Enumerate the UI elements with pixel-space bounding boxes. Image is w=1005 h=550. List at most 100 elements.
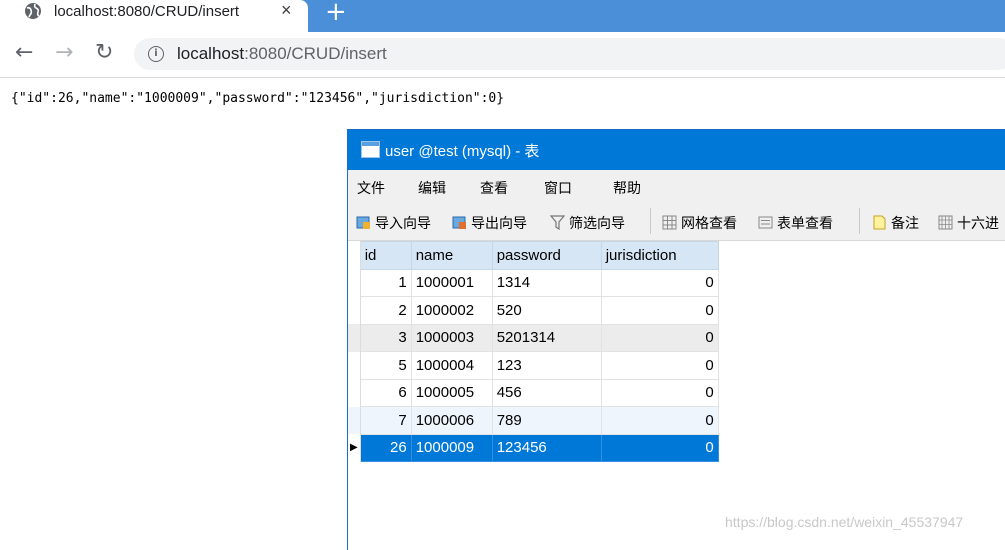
navicat-table-window: user @test (mysql) - 表 文件 编辑 查看 窗口 帮助 导入… [347, 129, 1005, 550]
cell-jurisdiction[interactable]: 0 [600, 433, 719, 462]
cell-name[interactable]: 1000002 [410, 296, 493, 325]
url-text[interactable]: localhost:8080/CRUD/insert [177, 44, 387, 64]
table-row[interactable]: 6 1000005 456 0 [348, 378, 719, 407]
row-marker [348, 324, 361, 352]
table-header-row: id name password jurisdiction [348, 241, 719, 270]
form-view-label: 表单查看 [777, 215, 833, 231]
forward-button[interactable]: → [55, 40, 73, 65]
cell-id[interactable]: 6 [359, 378, 412, 407]
row-marker [348, 406, 361, 434]
menu-bar: 文件 编辑 查看 窗口 帮助 [348, 170, 1005, 202]
cell-name[interactable]: 1000004 [410, 351, 493, 380]
cell-id[interactable]: 3 [359, 323, 412, 352]
export-icon [452, 216, 466, 229]
filter-wizard-button[interactable]: 筛选向导 [550, 213, 625, 231]
toolbar-divider [859, 208, 860, 234]
table-row-selected[interactable]: ▶ 26 1000009 123456 0 [348, 433, 719, 462]
cell-id[interactable]: 7 [359, 406, 412, 435]
form-icon [758, 216, 773, 229]
cell-password[interactable]: 5201314 [491, 323, 602, 352]
form-view-button[interactable]: 表单查看 [758, 213, 833, 231]
menu-edit[interactable]: 编辑 [418, 178, 446, 198]
info-icon[interactable]: i [148, 46, 164, 62]
filter-label: 筛选向导 [569, 215, 625, 231]
cell-jurisdiction[interactable]: 0 [600, 406, 719, 435]
export-label: 导出向导 [471, 215, 527, 231]
col-header-jurisdiction[interactable]: jurisdiction [600, 241, 719, 270]
row-marker [348, 379, 361, 407]
menu-help[interactable]: 帮助 [613, 178, 641, 198]
cell-name[interactable]: 1000005 [410, 378, 493, 407]
table-row[interactable]: 3 1000003 5201314 0 [348, 323, 719, 352]
cell-id[interactable]: 2 [359, 296, 412, 325]
new-tab-button[interactable]: + [325, 0, 347, 27]
cell-name[interactable]: 1000001 [410, 268, 493, 297]
table-toolbar: 导入向导 导出向导 筛选向导 网格查看 表单查看 备注 十六进 [348, 202, 1005, 241]
cell-id[interactable]: 1 [359, 268, 412, 297]
menu-view[interactable]: 查看 [480, 178, 508, 198]
tab-title: localhost:8080/CRUD/insert [54, 3, 240, 20]
filter-icon [550, 215, 565, 230]
hex-icon [938, 215, 953, 230]
cell-password[interactable]: 789 [491, 406, 602, 435]
table-icon [361, 141, 380, 158]
export-wizard-button[interactable]: 导出向导 [452, 213, 527, 231]
col-header-password[interactable]: password [491, 241, 602, 270]
cell-name[interactable]: 1000003 [410, 323, 493, 352]
col-header-name[interactable]: name [410, 241, 493, 270]
cell-jurisdiction[interactable]: 0 [600, 351, 719, 380]
cell-password[interactable]: 123456 [491, 433, 602, 462]
import-icon [356, 216, 370, 229]
browser-toolbar: ← → ↻ i localhost:8080/CRUD/insert [0, 32, 1005, 78]
current-row-marker-icon: ▶ [348, 434, 361, 462]
table-row[interactable]: 7 1000006 789 0 [348, 406, 719, 435]
cell-name[interactable]: 1000006 [410, 406, 493, 435]
table-row[interactable]: 1 1000001 1314 0 [348, 268, 719, 297]
globe-icon [25, 3, 41, 19]
cell-jurisdiction[interactable]: 0 [600, 296, 719, 325]
table-row[interactable]: 2 1000002 520 0 [348, 296, 719, 325]
menu-file[interactable]: 文件 [357, 178, 385, 198]
cell-id[interactable]: 26 [359, 433, 412, 462]
reload-button[interactable]: ↻ [95, 40, 113, 65]
menu-window[interactable]: 窗口 [544, 178, 572, 198]
memo-icon [873, 215, 886, 230]
cell-id[interactable]: 5 [359, 351, 412, 380]
cell-password[interactable]: 456 [491, 378, 602, 407]
back-button[interactable]: ← [15, 40, 33, 65]
url-path: :8080/CRUD/insert [244, 44, 387, 63]
cell-jurisdiction[interactable]: 0 [600, 323, 719, 352]
cell-password[interactable]: 123 [491, 351, 602, 380]
grid-icon [662, 215, 677, 230]
table-row[interactable]: 5 1000004 123 0 [348, 351, 719, 380]
row-marker-header [348, 241, 361, 269]
memo-button[interactable]: 备注 [872, 213, 919, 231]
row-marker [348, 269, 361, 297]
import-label: 导入向导 [375, 215, 431, 231]
browser-tab-bar: localhost:8080/CRUD/insert × + [0, 0, 1005, 32]
cell-name[interactable]: 1000009 [410, 433, 493, 462]
toolbar-divider [650, 208, 651, 234]
browser-tab[interactable]: localhost:8080/CRUD/insert × [0, 0, 308, 32]
cell-jurisdiction[interactable]: 0 [600, 268, 719, 297]
import-wizard-button[interactable]: 导入向导 [356, 213, 431, 231]
cell-password[interactable]: 520 [491, 296, 602, 325]
cell-password[interactable]: 1314 [491, 268, 602, 297]
window-titlebar[interactable]: user @test (mysql) - 表 [348, 130, 1005, 170]
hex-label: 十六进 [957, 215, 999, 231]
grid-view-button[interactable]: 网格查看 [662, 213, 737, 231]
hex-button[interactable]: 十六进 [938, 213, 999, 231]
row-marker [348, 296, 361, 324]
response-json: {"id":26,"name":"1000009","password":"12… [11, 91, 505, 106]
row-marker [348, 351, 361, 379]
address-bar[interactable]: i localhost:8080/CRUD/insert [134, 38, 1005, 70]
url-host: localhost [177, 44, 245, 63]
col-header-id[interactable]: id [359, 241, 412, 270]
data-grid: id name password jurisdiction 1 1000001 … [348, 241, 1005, 550]
user-table: id name password jurisdiction 1 1000001 … [348, 241, 719, 462]
grid-view-label: 网格查看 [681, 215, 737, 231]
tab-close-icon[interactable]: × [281, 0, 292, 21]
watermark: https://blog.csdn.net/weixin_45537947 [725, 514, 964, 530]
cell-jurisdiction[interactable]: 0 [600, 378, 719, 407]
window-title: user @test (mysql) - 表 [385, 143, 540, 160]
